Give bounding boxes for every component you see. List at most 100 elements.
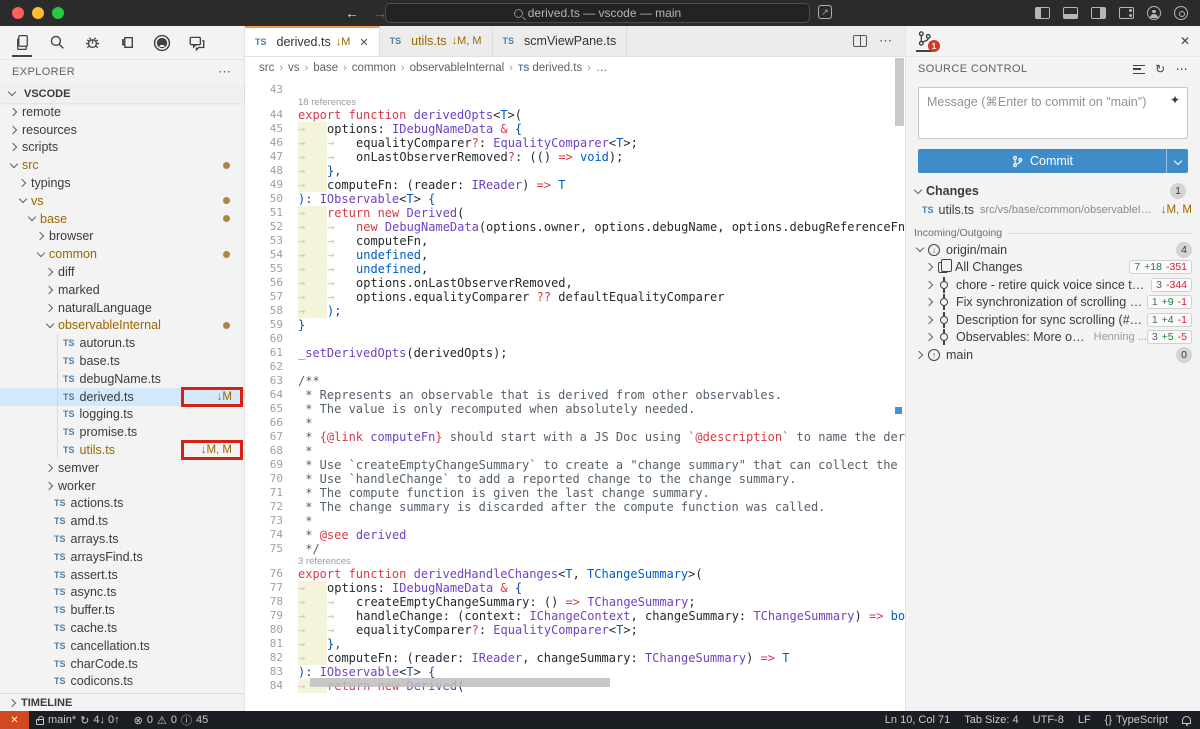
generate-commit-message-icon[interactable]: ✦ xyxy=(1170,93,1180,107)
timeline-section[interactable]: TIMELINE xyxy=(0,693,244,711)
scm-more-icon[interactable]: ⋯ xyxy=(1176,62,1188,76)
commit-row[interactable]: Observables: More ownersHenning ...3+5-5 xyxy=(906,329,1200,347)
debug-bug-icon[interactable] xyxy=(80,29,104,57)
tree-item-assert-ts[interactable]: TSassert.ts xyxy=(0,566,244,584)
toggle-primary-sidebar-icon[interactable] xyxy=(1035,7,1050,19)
problems-status-item[interactable]: ⊗ 0 ⚠ 0 ⓘ 45 xyxy=(127,712,216,728)
tree-item-actions-ts[interactable]: TSactions.ts xyxy=(0,495,244,513)
codelens-references[interactable]: 3 references xyxy=(245,556,905,567)
breadcrumb-item-derived-ts[interactable]: TSderived.ts xyxy=(518,62,582,74)
breadcrumb-item-vs[interactable]: vs xyxy=(288,62,300,74)
tab-size-item[interactable]: Tab Size: 4 xyxy=(957,714,1025,726)
breadcrumb[interactable]: src›vs›base›common›observableInternal›TS… xyxy=(245,57,905,79)
tree-item-derived-ts[interactable]: TSderived.ts↓M xyxy=(0,388,244,406)
commit-button[interactable]: Commit xyxy=(918,149,1188,173)
tree-item-typings[interactable]: typings xyxy=(0,174,244,192)
horizontal-scrollbar[interactable] xyxy=(310,678,610,687)
eol-item[interactable]: LF xyxy=(1071,714,1098,726)
navigate-back-icon[interactable]: ← xyxy=(345,5,359,21)
open-external-icon[interactable]: ↗ xyxy=(818,5,832,19)
tree-item-async-ts[interactable]: TSasync.ts xyxy=(0,584,244,602)
code-editor[interactable]: 4318 references44export function derived… xyxy=(245,79,905,711)
explorer-files-icon[interactable] xyxy=(10,29,34,57)
cursor-position-item[interactable]: Ln 10, Col 71 xyxy=(878,714,957,726)
commit-row[interactable]: All Changes7+18-351 xyxy=(906,259,1200,277)
tree-item-semver[interactable]: semver xyxy=(0,459,244,477)
changed-file-row[interactable]: TS utils.ts src/vs/base/common/observabl… xyxy=(906,201,1200,219)
tree-item-debugName-ts[interactable]: TSdebugName.ts xyxy=(0,370,244,388)
tree-item-common[interactable]: common xyxy=(0,245,244,263)
breadcrumb-item--[interactable]: … xyxy=(596,62,608,74)
tree-item-amd-ts[interactable]: TSamd.ts xyxy=(0,512,244,530)
commit-dropdown-button[interactable] xyxy=(1166,149,1188,173)
tree-item-promise-ts[interactable]: TSpromise.ts xyxy=(0,423,244,441)
tree-item-codiconsLibrary-ts[interactable]: TScodiconsLibrary.ts xyxy=(0,690,244,693)
toggle-secondary-sidebar-icon[interactable] xyxy=(1091,7,1106,19)
commit-row[interactable]: Description for sync scrolling (#2090...… xyxy=(906,311,1200,329)
encoding-item[interactable]: UTF-8 xyxy=(1026,714,1071,726)
commit-row[interactable]: chore - retire quick voice since there .… xyxy=(906,276,1200,294)
tab-utils-ts[interactable]: TSutils.ts↓M, M xyxy=(380,26,493,56)
tree-item-naturalLanguage[interactable]: naturalLanguage xyxy=(0,299,244,317)
tree-item-charCode-ts[interactable]: TScharCode.ts xyxy=(0,655,244,673)
minimize-window-button[interactable] xyxy=(32,7,44,19)
changes-section-header[interactable]: Changes 1 xyxy=(906,181,1200,201)
tree-item-utils-ts[interactable]: TSutils.ts↓M, M xyxy=(0,441,244,459)
tab-derived-ts[interactable]: TSderived.ts↓M✕ xyxy=(245,26,380,56)
close-window-button[interactable] xyxy=(12,7,24,19)
extensions-icon[interactable] xyxy=(115,29,139,57)
chat-comments-icon[interactable] xyxy=(185,29,209,57)
split-editor-icon[interactable] xyxy=(853,35,867,47)
tree-item-worker[interactable]: worker xyxy=(0,477,244,495)
tree-item-logging-ts[interactable]: TSlogging.ts xyxy=(0,406,244,424)
tree-item-resources[interactable]: resources xyxy=(0,121,244,139)
explorer-more-icon[interactable]: ⋯ xyxy=(218,64,232,80)
language-mode-item[interactable]: {} TypeScript xyxy=(1098,714,1175,726)
tree-item-remote[interactable]: remote xyxy=(0,103,244,121)
tree-item-browser[interactable]: browser xyxy=(0,228,244,246)
source-control-tab-icon[interactable]: 1 xyxy=(916,30,933,52)
tree-item-buffer-ts[interactable]: TSbuffer.ts xyxy=(0,601,244,619)
tree-item-codicons-ts[interactable]: TScodicons.ts xyxy=(0,673,244,691)
remote-indicator[interactable]: ✕ xyxy=(0,711,29,729)
breadcrumb-item-observableInternal[interactable]: observableInternal xyxy=(410,62,505,74)
notifications-bell-icon[interactable] xyxy=(1175,716,1200,724)
origin-main-group[interactable]: ↓origin/main4 xyxy=(906,241,1200,259)
tree-item-cache-ts[interactable]: TScache.ts xyxy=(0,619,244,637)
tree-item-base-ts[interactable]: TSbase.ts xyxy=(0,352,244,370)
command-center[interactable]: derived.ts — vscode — main xyxy=(385,3,810,23)
editor-more-icon[interactable]: ⋯ xyxy=(879,33,893,49)
branch-status-item[interactable]: main* ↻ 4↓ 0↑ xyxy=(29,714,127,727)
tree-item-arraysFind-ts[interactable]: TSarraysFind.ts xyxy=(0,548,244,566)
settings-gear-icon[interactable] xyxy=(1174,6,1188,20)
tree-item-src[interactable]: src xyxy=(0,156,244,174)
zoom-window-button[interactable] xyxy=(52,7,64,19)
workspace-root[interactable]: VSCODE xyxy=(0,84,244,103)
tree-item-cancellation-ts[interactable]: TScancellation.ts xyxy=(0,637,244,655)
github-icon[interactable] xyxy=(150,29,174,57)
tree-item-diff[interactable]: diff xyxy=(0,263,244,281)
toggle-panel-icon[interactable] xyxy=(1063,7,1078,19)
tree-item-observableInternal[interactable]: observableInternal xyxy=(0,317,244,335)
main-outgoing-group[interactable]: ↑main0 xyxy=(906,346,1200,364)
breadcrumb-item-src[interactable]: src xyxy=(259,62,274,74)
commit-message-input[interactable]: Message (⌘Enter to commit on "main") ✦ xyxy=(918,87,1188,139)
account-icon[interactable] xyxy=(1147,6,1161,20)
tree-item-autorun-ts[interactable]: TSautorun.ts xyxy=(0,334,244,352)
customize-layout-icon[interactable] xyxy=(1119,7,1134,19)
tree-item-marked[interactable]: marked xyxy=(0,281,244,299)
commit-row[interactable]: Fix synchronization of scrolling event .… xyxy=(906,294,1200,312)
tree-item-base[interactable]: base xyxy=(0,210,244,228)
tree-item-scripts[interactable]: scripts xyxy=(0,139,244,157)
search-icon[interactable] xyxy=(45,29,69,57)
refresh-icon[interactable]: ↻ xyxy=(1155,62,1165,76)
breadcrumb-item-common[interactable]: common xyxy=(352,62,396,74)
tree-item-vs[interactable]: vs xyxy=(0,192,244,210)
breadcrumb-item-base[interactable]: base xyxy=(313,62,338,74)
view-mode-icon[interactable] xyxy=(1133,65,1145,74)
close-panel-icon[interactable]: ✕ xyxy=(1180,34,1190,48)
codelens-references[interactable]: 18 references xyxy=(245,97,905,108)
close-tab-icon[interactable]: ✕ xyxy=(359,36,368,49)
tree-item-arrays-ts[interactable]: TSarrays.ts xyxy=(0,530,244,548)
tab-scmViewPane-ts[interactable]: TSscmViewPane.ts xyxy=(493,26,628,56)
